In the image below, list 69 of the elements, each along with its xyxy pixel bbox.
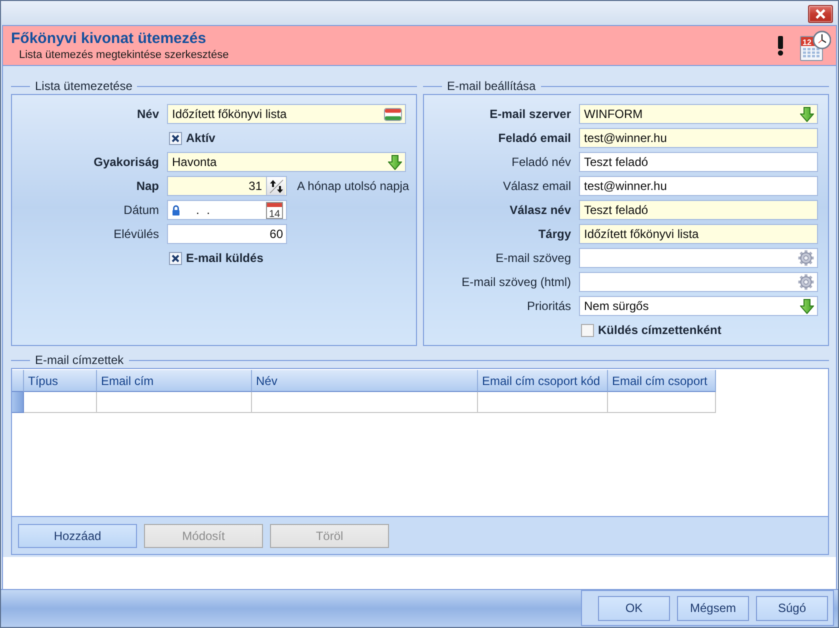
column-header[interactable]: Típus: [24, 370, 97, 392]
field-label: Név: [136, 107, 159, 121]
text-field[interactable]: [579, 272, 818, 292]
add-button[interactable]: Hozzáad: [18, 524, 137, 548]
checkbox-label: E-mail küldés: [186, 251, 264, 265]
cancel-button[interactable]: Mégsem: [677, 596, 749, 620]
text-field[interactable]: Időzített főkönyvi lista: [167, 104, 406, 124]
group-title: E-mail beállítása: [447, 79, 536, 93]
dropdown-field[interactable]: Nem sürgős: [579, 296, 818, 316]
header-corner: [12, 370, 24, 392]
field-label: Elévülés: [114, 227, 159, 241]
checkbox-label: Küldés címzettenként: [598, 323, 722, 337]
text-field[interactable]: Teszt feladó: [579, 152, 818, 172]
alert-icon: [777, 36, 784, 56]
dialog-title: Főkönyvi kivonat ütemezés: [11, 30, 206, 48]
lock-icon: [172, 204, 180, 216]
field-label: Nap: [136, 179, 159, 193]
column-header[interactable]: Email cím csoport: [608, 370, 716, 392]
close-icon: [815, 9, 826, 19]
text-field[interactable]: [579, 248, 818, 268]
calendar-icon[interactable]: 14: [266, 202, 283, 218]
checkbox[interactable]: [581, 324, 594, 336]
table-cell[interactable]: [478, 392, 608, 413]
help-button[interactable]: Súgó: [756, 596, 828, 620]
column-header[interactable]: Név: [252, 370, 478, 392]
checkbox[interactable]: [169, 132, 182, 144]
field-label: E-mail szöveg (html): [462, 275, 571, 289]
field-note: A hónap utolsó napja: [297, 179, 410, 193]
checkbox[interactable]: [169, 252, 182, 264]
dropdown-field[interactable]: WINFORM: [579, 104, 818, 124]
field-label: Válasz email: [502, 179, 571, 193]
table-cell[interactable]: [97, 392, 252, 413]
field-label: Gyakoriság: [94, 155, 159, 169]
field-label: Prioritás: [526, 299, 571, 313]
gear-icon[interactable]: [798, 250, 814, 266]
close-button[interactable]: [808, 5, 833, 23]
text-field[interactable]: test@winner.hu: [579, 128, 818, 148]
arrow-down-icon[interactable]: [800, 106, 814, 122]
field-label: Dátum: [124, 203, 159, 217]
table-cell[interactable]: [608, 392, 716, 413]
group-title: Lista ütemezetése: [35, 79, 132, 93]
field-label: Válasz név: [510, 203, 571, 217]
row-header[interactable]: [12, 392, 24, 413]
text-field[interactable]: Időzített főkönyvi lista: [579, 224, 818, 244]
field-label: E-mail szerver: [490, 107, 571, 121]
column-header[interactable]: Email cím: [97, 370, 252, 392]
gear-icon[interactable]: [798, 274, 814, 290]
arrow-down-icon[interactable]: [388, 154, 402, 170]
table-cell[interactable]: [252, 392, 478, 413]
field-label: Tárgy: [538, 227, 571, 241]
arrow-down-icon[interactable]: [800, 298, 814, 314]
number-field[interactable]: 60: [167, 224, 287, 244]
up-down-arrows-icon: [268, 178, 284, 194]
field-label: Feladó név: [512, 155, 571, 169]
text-field[interactable]: Teszt feladó: [579, 200, 818, 220]
dropdown-field[interactable]: Havonta: [167, 152, 406, 172]
ok-button[interactable]: OK: [598, 596, 670, 620]
spin-button[interactable]: [266, 177, 285, 195]
table-cell[interactable]: [24, 392, 97, 413]
checkbox-label: Aktív: [186, 131, 216, 145]
date-field[interactable]: . . 14: [167, 200, 287, 220]
field-label: Feladó email: [498, 131, 571, 145]
group-title: E-mail címzettek: [35, 353, 124, 367]
flag-icon[interactable]: [384, 108, 402, 120]
column-header[interactable]: Email cím csoport kód: [478, 370, 608, 392]
field-label: E-mail szöveg: [496, 251, 571, 265]
text-field[interactable]: test@winner.hu: [579, 176, 818, 196]
number-field[interactable]: 31: [167, 176, 287, 196]
dialog-subtitle: Lista ütemezés megtekintése szerkesztése: [18, 48, 229, 62]
